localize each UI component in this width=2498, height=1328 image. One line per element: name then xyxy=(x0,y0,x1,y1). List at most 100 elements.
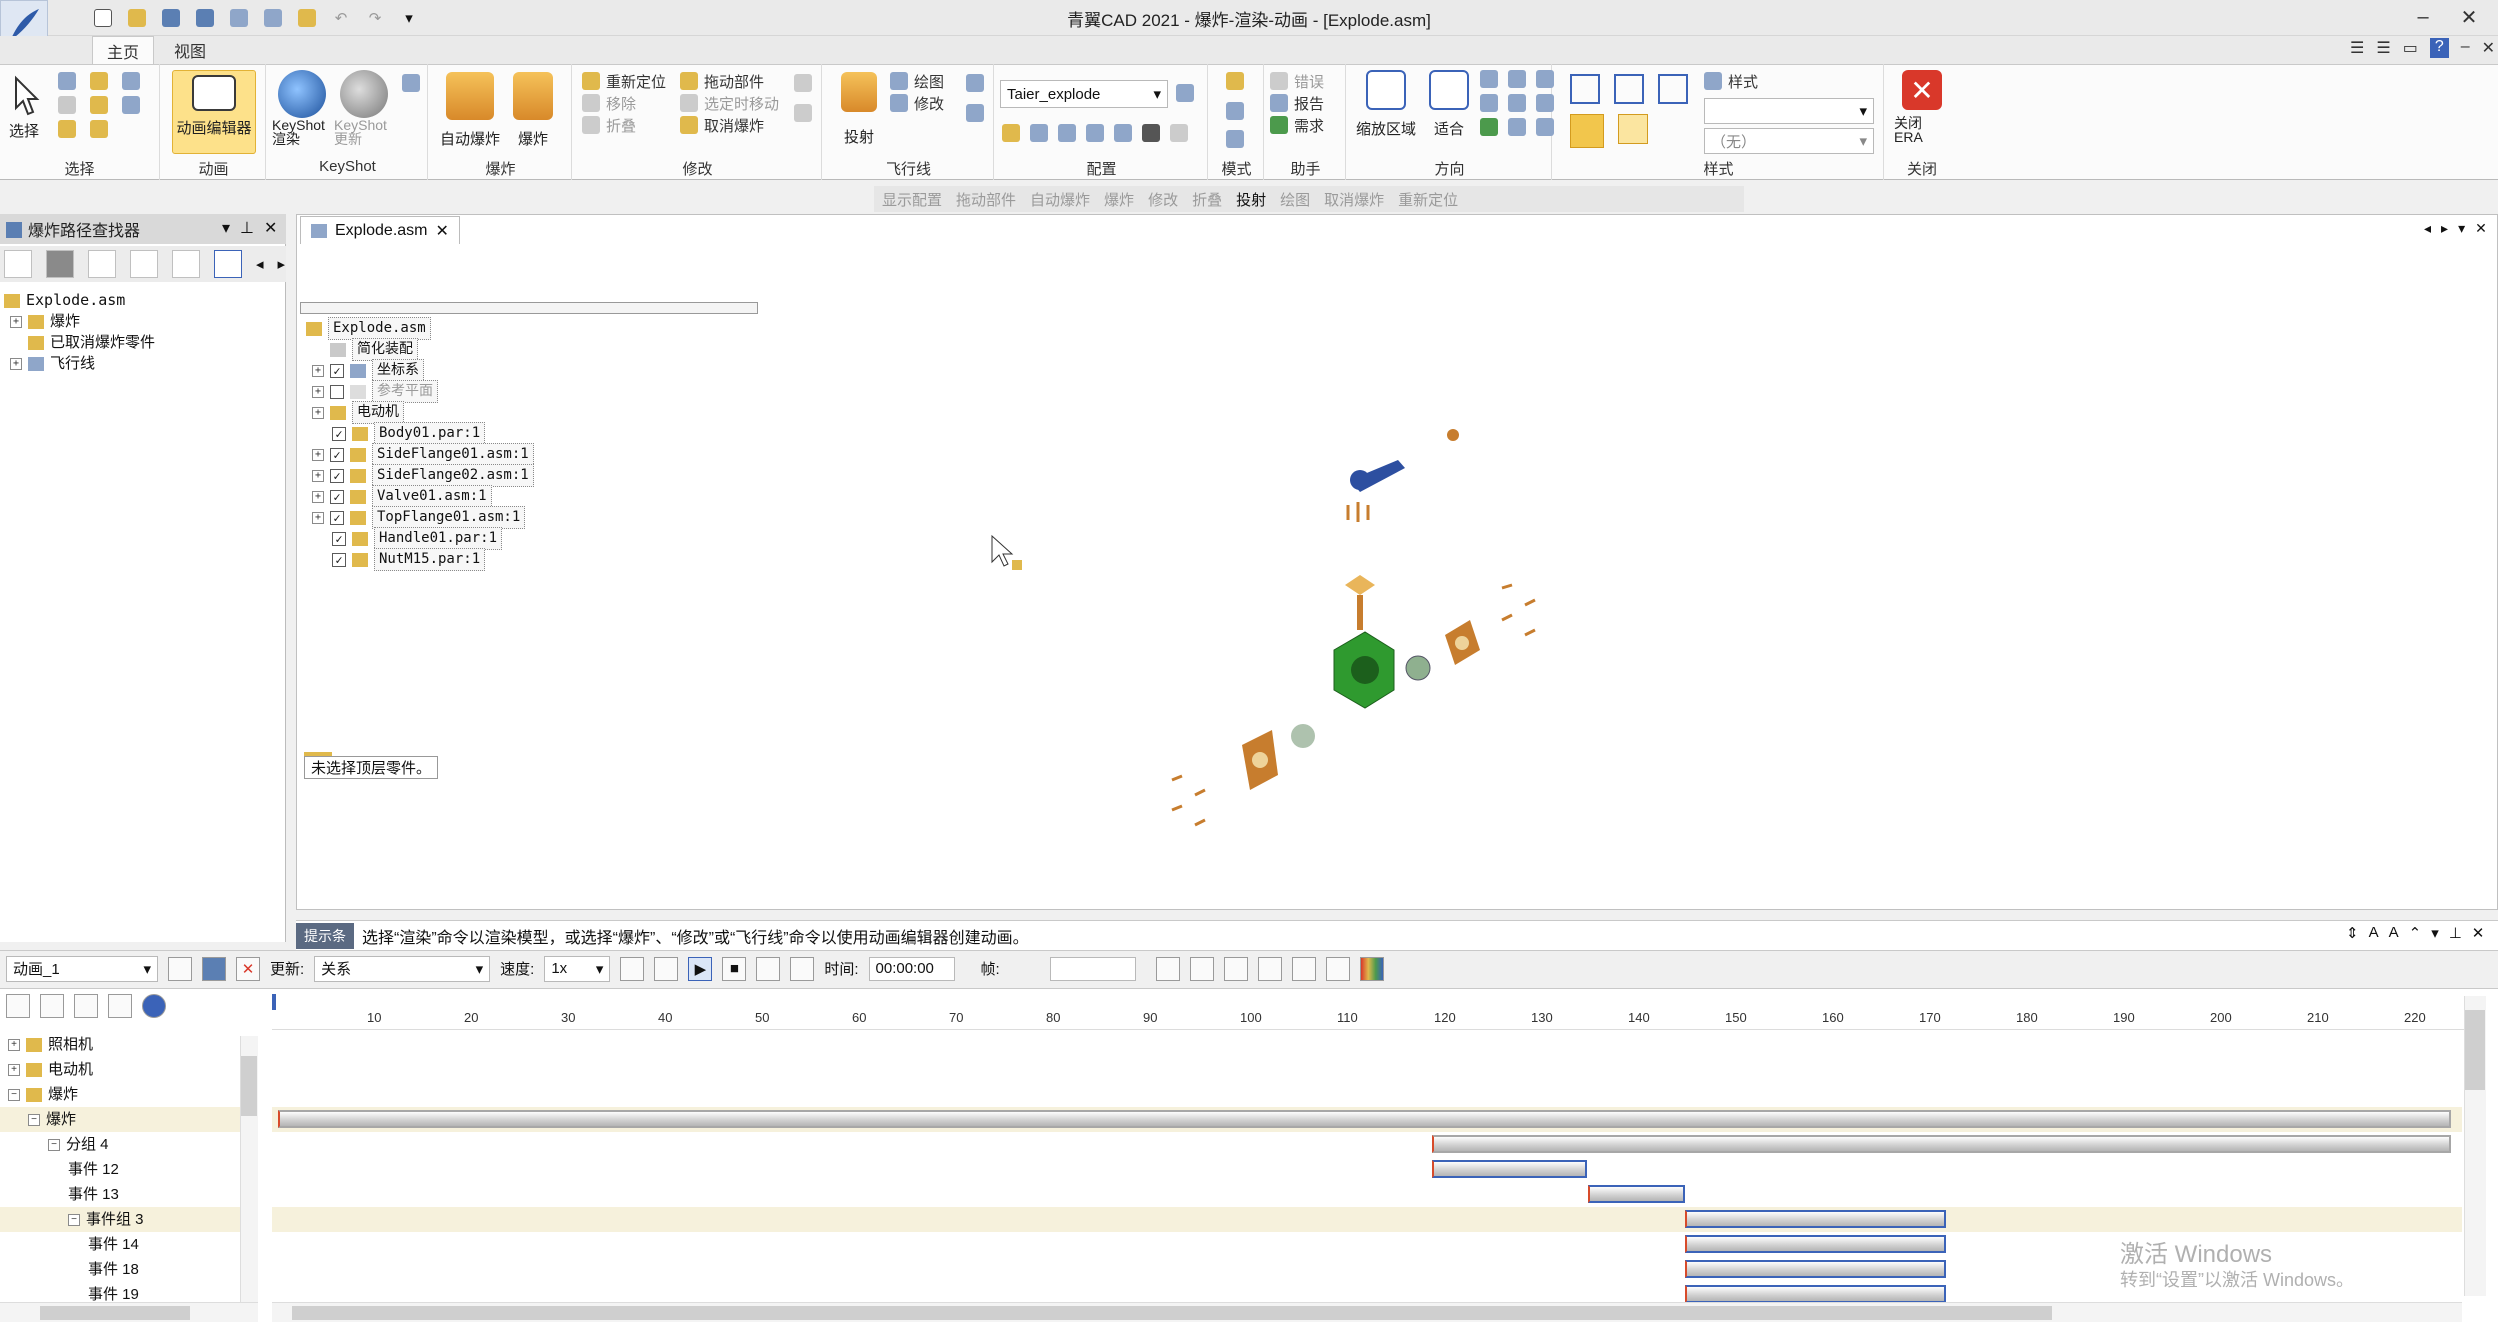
tree-node[interactable]: Explode.asm xyxy=(4,290,155,311)
timeline-tree-row[interactable]: 事件 18 xyxy=(0,1257,258,1282)
timeline-tool-icon[interactable] xyxy=(142,994,166,1018)
cmd-show-config[interactable]: 显示配置 xyxy=(882,189,942,210)
visibility-checkbox[interactable]: ✓ xyxy=(332,552,346,567)
scroll-icon[interactable]: ⇕ xyxy=(2346,924,2359,942)
speed-select[interactable]: 1x ▾ xyxy=(544,955,611,982)
event-bar[interactable] xyxy=(1587,1185,1685,1203)
panel-menu-icon[interactable]: ▾ xyxy=(222,218,230,238)
requirements-button[interactable]: 需求 xyxy=(1270,114,1324,136)
asm-tree-row[interactable]: ✓ Handle01.par:1 xyxy=(306,527,534,550)
animation-select[interactable]: 动画_1 ▾ xyxy=(6,955,158,982)
tree-splitter[interactable] xyxy=(300,302,758,314)
mode-icon[interactable] xyxy=(1226,102,1244,120)
zoom-in-icon[interactable] xyxy=(1223,956,1248,981)
timeline-tool-icon[interactable] xyxy=(6,994,30,1018)
modify-extra2-icon[interactable] xyxy=(794,104,812,122)
view-tool-icon[interactable] xyxy=(1508,118,1526,136)
asm-tree-row[interactable]: + ✓ SideFlange02.asm:1 xyxy=(306,464,534,487)
close-icon[interactable]: ✕ xyxy=(2472,924,2485,942)
tab-home[interactable]: 主页 xyxy=(92,36,155,64)
expand-icon[interactable]: + xyxy=(312,385,324,398)
view-front-icon[interactable] xyxy=(1570,74,1600,104)
expand-icon[interactable]: − xyxy=(48,1138,60,1151)
asm-tree-row[interactable]: + ✓ 坐标系 xyxy=(306,359,534,382)
panel-tool-icon[interactable] xyxy=(4,250,32,278)
collapse-button[interactable]: 折叠 xyxy=(582,114,666,136)
go-to-end-icon[interactable] xyxy=(790,956,815,981)
tree-view-icon[interactable] xyxy=(214,250,242,278)
remove-button[interactable]: 移除 xyxy=(582,92,666,114)
curve-icon[interactable] xyxy=(1325,956,1350,981)
cmd-drag-part[interactable]: 拖动部件 xyxy=(956,189,1016,210)
asm-tree-row[interactable]: ✓ Body01.par:1 xyxy=(306,422,534,445)
visibility-checkbox[interactable]: ✓ xyxy=(330,468,344,483)
export-icon[interactable] xyxy=(1291,956,1316,981)
expand-icon[interactable]: + xyxy=(8,1063,20,1076)
keyshot-render-button[interactable]: KeyShot 渲染 xyxy=(272,70,332,146)
tab-view[interactable]: 视图 xyxy=(160,36,220,64)
flyline-extra-icon[interactable] xyxy=(966,74,984,92)
close-era-button[interactable]: ✕ 关闭 ERA xyxy=(1894,70,1950,144)
select-tool-icon[interactable] xyxy=(58,72,76,90)
explode-button[interactable]: 爆炸 xyxy=(508,72,558,149)
config-tool-icon[interactable] xyxy=(1030,124,1048,142)
timeline-tool-icon[interactable] xyxy=(1155,956,1180,981)
expand-icon[interactable]: + xyxy=(10,315,22,328)
wrench-icon[interactable] xyxy=(88,250,116,278)
asm-tree-row[interactable]: Explode.asm xyxy=(306,317,534,340)
close-window-button[interactable]: ✕ xyxy=(2446,2,2492,32)
chevron-right-icon[interactable]: ▸ xyxy=(278,255,286,273)
view-top-icon[interactable] xyxy=(1614,74,1644,104)
animation-properties-icon[interactable] xyxy=(168,956,192,981)
layout-icon[interactable]: ☰ xyxy=(2350,38,2364,58)
close-icon[interactable]: ✕ xyxy=(2475,220,2487,237)
panel-pin-icon[interactable]: ⊥ xyxy=(240,218,254,238)
chevron-right-icon[interactable]: ▸ xyxy=(2441,220,2448,237)
time-ruler[interactable]: 10 20 30 40 50 60 70 80 90 100 110 120 130 140 150 160 1… xyxy=(272,994,2472,1030)
move-on-select-button[interactable]: 选定时移动 xyxy=(680,92,779,114)
expand-icon[interactable]: + xyxy=(312,364,324,377)
timeline-hscrollbar[interactable] xyxy=(272,1302,2462,1322)
event-bar[interactable] xyxy=(278,1110,2451,1128)
asm-tree-row[interactable]: + ✓ SideFlange01.asm:1 xyxy=(306,443,534,466)
visibility-checkbox[interactable]: ✓ xyxy=(330,363,344,378)
expand-icon[interactable]: + xyxy=(312,469,324,482)
fit-button[interactable]: 适合 xyxy=(1424,70,1474,139)
keyshot-settings-icon[interactable] xyxy=(402,74,420,92)
panel-tool-icon[interactable] xyxy=(130,250,158,278)
config-save-icon[interactable] xyxy=(1176,84,1194,102)
config-tool-icon[interactable] xyxy=(1170,124,1188,142)
cmd-reposition[interactable]: 重新定位 xyxy=(1398,189,1458,210)
mode2-icon[interactable] xyxy=(1226,130,1244,148)
zoom-out-icon[interactable] xyxy=(1189,956,1214,981)
playhead[interactable] xyxy=(272,994,276,1010)
layout2-icon[interactable]: ☰ xyxy=(2376,38,2390,58)
select-tool-icon[interactable] xyxy=(90,120,108,138)
shaded-icon[interactable] xyxy=(1570,114,1604,148)
flyline-modify-button[interactable]: 修改 xyxy=(890,92,944,114)
cmd-unexplode[interactable]: 取消爆炸 xyxy=(1324,189,1384,210)
panel-close-icon[interactable]: ✕ xyxy=(264,218,277,238)
help-icon[interactable]: ? xyxy=(2429,38,2449,58)
chevron-down-icon[interactable]: ▾ xyxy=(2458,220,2465,237)
rotate-icon[interactable] xyxy=(1536,70,1554,88)
config-tool-icon[interactable] xyxy=(1002,124,1020,142)
flyline-extra2-icon[interactable] xyxy=(966,104,984,122)
update-select[interactable]: 关系 ▾ xyxy=(314,955,491,982)
step-back-icon[interactable] xyxy=(654,956,679,981)
collapse-icon[interactable]: ⌃ xyxy=(2409,924,2422,942)
save-animation-icon[interactable] xyxy=(202,956,226,981)
report-button[interactable]: 报告 xyxy=(1270,92,1324,114)
document-tab[interactable]: Explode.asm ✕ xyxy=(300,216,460,244)
frame-field[interactable] xyxy=(1049,956,1136,981)
fit-timeline-icon[interactable] xyxy=(1257,956,1282,981)
timeline-hscrollbar-thumb[interactable] xyxy=(292,1306,2052,1320)
expand-icon[interactable]: − xyxy=(68,1213,80,1226)
select-tool-icon[interactable] xyxy=(90,72,108,90)
visibility-checkbox[interactable]: ✓ xyxy=(332,426,346,441)
chevron-left-icon[interactable]: ◂ xyxy=(2424,220,2431,237)
cmd-draw[interactable]: 绘图 xyxy=(1280,189,1310,210)
visibility-checkbox[interactable]: ✓ xyxy=(330,510,344,525)
expand-icon[interactable]: + xyxy=(8,1038,20,1051)
asm-tree-row[interactable]: ✓ NutM15.par:1 xyxy=(306,548,534,571)
